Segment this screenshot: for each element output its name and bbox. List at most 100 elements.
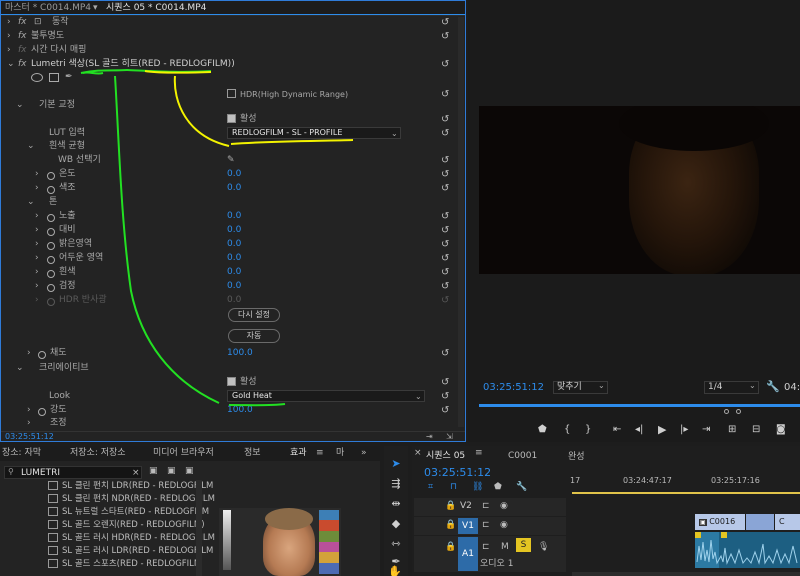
audio-clip[interactable] [695,532,800,568]
ruler-label: 17 [570,476,581,485]
clip-label: C [779,517,785,526]
menu-icon[interactable]: ≡ [316,447,324,460]
effects-search[interactable]: ⚲ LUMETRI × [4,466,142,479]
track-header-v2: 🔒 V2 ⊏ ◉ [414,498,566,516]
tab-c0001[interactable]: C0001 [508,451,537,461]
camera-icon[interactable]: ◙ [776,424,786,435]
solo-button[interactable]: S [516,538,531,552]
list-scrollbar[interactable] [196,480,202,576]
tab-bin[interactable]: 저장소: 저장소 [70,447,126,460]
ruler-label: 03:24:47:17 [623,476,672,485]
clear-icon[interactable]: × [132,467,140,479]
32bit-icon[interactable]: ▣ [167,466,176,476]
linked-selection-icon[interactable]: ⛓ [472,482,483,492]
razor-icon[interactable]: ◆ [388,516,404,532]
tab-final[interactable]: 완성 [568,449,585,462]
color-checker [319,510,339,574]
tab-media-browser[interactable]: 미디어 브라우저 [153,447,214,460]
timeline-scrollbar[interactable] [572,572,800,576]
search-icon: ⚲ [8,467,14,476]
video-clip[interactable]: C [775,514,800,530]
track-header-v1: 🔒 V1 ⊏ ◉ [414,517,566,535]
track-header-a1: 🔒 A1 ⊏ M S 🎙 오디오 1 [414,536,566,572]
eye-icon[interactable]: ◉ [500,520,508,530]
effect-controls-panel: 마스터 * C0014.MP4 ▾ 시퀀스 05 * C0014.MP4 › f… [0,0,466,442]
effects-panel: 장소: 자막 저장소: 저장소 미디어 브라우저 정보 효과 ≡ 마 » ⚲ L… [0,446,380,576]
selection-tool-icon[interactable]: ➤ [388,456,404,472]
video-preview[interactable] [479,106,800,274]
mute-icon[interactable]: M [501,542,509,552]
lock-icon[interactable]: 🔒 [445,520,456,530]
lock-icon[interactable]: 🔒 [445,501,456,511]
marker-icon[interactable]: ⬟ [494,482,502,492]
wrench-icon[interactable]: 🔧 [766,380,780,393]
tab-sequence-05[interactable]: 시퀀스 05 [426,448,465,461]
track-label[interactable]: A1 [458,537,478,571]
marker-icon[interactable]: ⬟ [538,424,547,435]
video-clip[interactable]: ▣ C0016 [695,514,745,530]
sync-icon[interactable]: ⊏ [482,542,490,552]
step-back-icon[interactable]: ◂| [635,424,643,435]
track-select-icon[interactable]: ⇶ [388,476,404,492]
effect-item[interactable]: SL 골드 러시 LDR(RED - REDLOGFILM [48,545,213,557]
tools-panel: ➤ ⇶ ⇹ ◆ ⇿ ✒ [384,446,408,576]
wrench-icon[interactable]: 🔧 [516,482,527,492]
eye-icon[interactable]: ◉ [500,501,508,511]
step-forward-icon[interactable]: |▸ [680,424,688,435]
tab-info[interactable]: 정보 [244,447,261,460]
chevron-down-icon[interactable]: ⌄ [749,381,756,390]
fx-badge-icon: ▣ [699,519,707,526]
effect-item[interactable]: SL 뉴트럴 스타트(RED - REDLOGFILM [48,506,209,518]
timeline-timecode[interactable]: 03:25:51:12 [424,466,491,479]
tab-more[interactable]: 마 [336,447,344,460]
video-clip[interactable] [746,514,774,530]
double-chevron-icon[interactable]: » [361,447,367,460]
effect-item[interactable]: SL 골드 스포츠(RED - REDLOGFILM [48,558,201,570]
track-label[interactable]: V2 [460,501,472,511]
audio-waveform [695,532,798,568]
hand-icon[interactable]: ✋ [388,565,402,576]
nest-icon[interactable]: ⌗ [428,482,433,492]
mark-in-icon[interactable]: { [564,424,570,435]
program-duration: 04:5 [784,382,800,393]
audio-track-name: 오디오 1 [480,559,514,569]
effect-item[interactable]: SL 클린 펀치 LDR(RED - REDLOGFILM [48,480,213,492]
lock-icon[interactable]: 🔒 [445,542,456,552]
lift-icon[interactable]: ⊞ [728,424,736,435]
ripple-edit-icon[interactable]: ⇹ [388,496,404,512]
mark-out-icon[interactable]: } [585,424,591,435]
search-input[interactable]: LUMETRI [21,467,60,479]
slip-icon[interactable]: ⇿ [388,536,404,552]
zoom-handle-right[interactable] [736,409,741,414]
clip-label: C0016 [709,517,736,526]
zoom-handle-left[interactable] [724,409,729,414]
annotation-overlay [80,68,354,407]
yuv-icon[interactable]: ▣ [185,466,194,476]
preview-hair [265,508,313,530]
go-to-out-icon[interactable]: ⇥ [702,424,710,435]
effect-item[interactable]: SL 클린 펀치 NDR(RED - REDLOGFILM [48,493,215,505]
grayscale-chart [223,510,231,570]
sync-icon[interactable]: ⊏ [482,501,490,511]
sync-icon[interactable]: ⊏ [482,520,490,530]
accelerated-icon[interactable]: ▣ [149,466,158,476]
microphone-icon[interactable]: 🎙 [538,542,549,552]
effect-item[interactable]: SL 골드 오렌지(RED - REDLOGFILM) [48,519,205,531]
work-area-bar[interactable] [572,492,800,494]
tab-captions[interactable]: 장소: 자막 [2,447,41,460]
timeline-panel: × 시퀀스 05 ≡ C0001 완성 03:25:51:12 ⌗ ⊓ ⛓ ⬟ … [412,446,800,576]
playhead-bar[interactable] [479,404,800,407]
program-timecode[interactable]: 03:25:51:12 [483,382,544,393]
close-icon[interactable]: × [414,448,422,458]
play-icon[interactable]: ▶ [658,423,666,436]
effects-tabs: 장소: 자막 저장소: 저장소 미디어 브라우저 정보 효과 ≡ 마 » [0,446,380,461]
track-label[interactable]: V1 [458,518,478,534]
effect-item[interactable]: SL 골드 러시 HDR(RED - REDLOGFILM [48,532,215,544]
chevron-down-icon[interactable]: ⌄ [598,381,605,390]
snap-icon[interactable]: ⊓ [450,482,457,492]
tab-effects[interactable]: 효과 [290,447,307,460]
menu-icon[interactable]: ≡ [475,448,483,458]
effect-preview-thumbnail [219,508,341,576]
extract-icon[interactable]: ⊟ [752,424,760,435]
go-to-in-icon[interactable]: ⇤ [613,424,621,435]
